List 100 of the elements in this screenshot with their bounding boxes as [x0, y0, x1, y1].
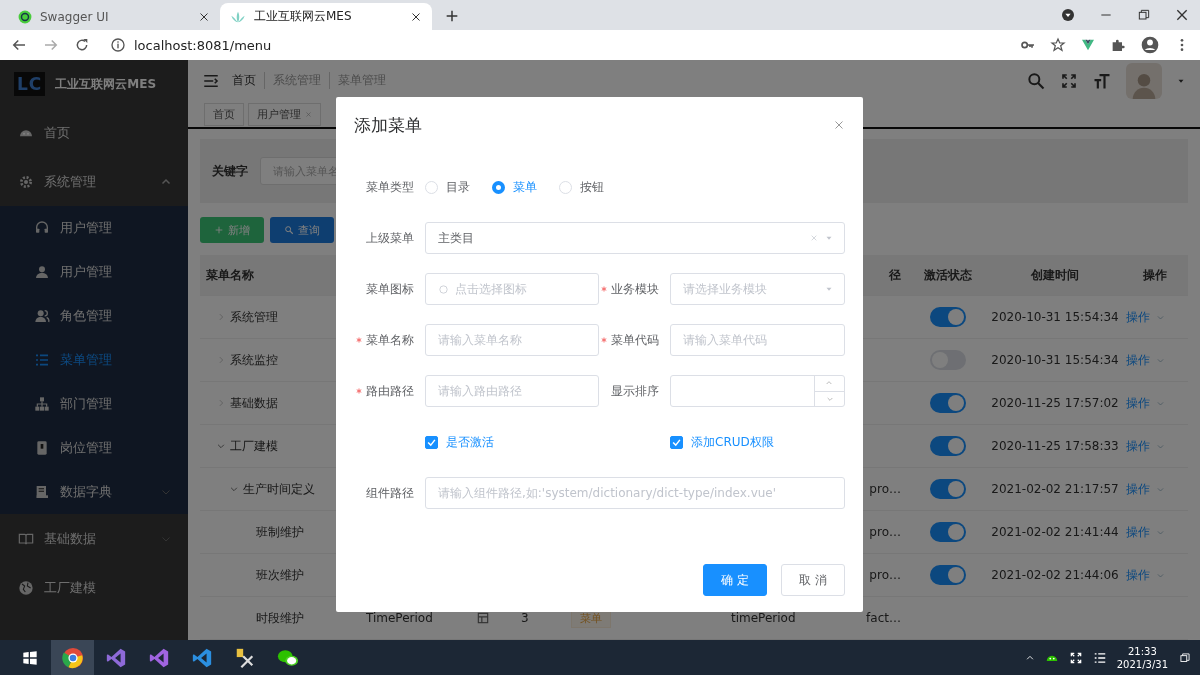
sidebar-item[interactable]: 工厂建模: [0, 563, 188, 612]
browser-tab[interactable]: Swagger UI: [8, 3, 220, 30]
table-cell: TimePeriod: [366, 611, 433, 625]
table-cell: pro…: [869, 568, 901, 582]
field-label: 菜单名称: [366, 332, 414, 347]
sidebar-label: 数据字典: [60, 483, 112, 501]
field-label: 显示排序: [611, 383, 659, 398]
sidebar-item[interactable]: 岗位管理: [0, 426, 188, 470]
column-header: 创建时间: [1031, 266, 1079, 284]
cancel-button[interactable]: 取 消: [781, 564, 845, 596]
sidebar-item[interactable]: 角色管理: [0, 294, 188, 338]
action-link[interactable]: 操作: [1126, 308, 1150, 326]
chevron-down-icon[interactable]: [216, 441, 226, 451]
sidebar-item[interactable]: 系统管理: [0, 157, 188, 206]
field-label: 路由路径: [366, 383, 414, 398]
sidebar-item[interactable]: 数据字典: [0, 470, 188, 514]
sidebar-item[interactable]: 用户管理: [0, 206, 188, 250]
star-icon[interactable]: [1050, 37, 1066, 53]
sidebar-item[interactable]: 用户管理: [0, 250, 188, 294]
confirm-button[interactable]: 确 定: [703, 564, 767, 596]
browser-tab[interactable]: 工业互联网云MES: [220, 3, 432, 30]
radio-option[interactable]: 菜单: [492, 178, 537, 196]
action-link[interactable]: 操作: [1126, 437, 1150, 455]
sidebar-label: 工厂建模: [44, 578, 96, 597]
avatar[interactable]: [1126, 62, 1162, 99]
toggle-switch[interactable]: [929, 565, 966, 585]
radio-option[interactable]: 目录: [425, 178, 470, 196]
sidebar-item[interactable]: 首页: [0, 108, 188, 157]
page-tag[interactable]: 用户管理: [248, 102, 321, 126]
menu-name: 系统监控: [230, 351, 278, 369]
gear-icon: [18, 173, 34, 190]
radio-button[interactable]: [492, 180, 505, 194]
field-label: 上级菜单: [366, 230, 414, 245]
close-icon[interactable]: [1174, 7, 1190, 23]
field-label: 菜单代码: [611, 332, 659, 347]
toggle-switch[interactable]: [929, 307, 966, 327]
page-tag[interactable]: 首页: [204, 102, 244, 126]
toggle-switch[interactable]: [929, 479, 966, 499]
circle-icon: [438, 283, 449, 295]
add-button[interactable]: 新增: [200, 217, 264, 243]
filter-label: 关键字: [212, 162, 248, 180]
action-link[interactable]: 操作: [1126, 394, 1150, 412]
checkbox-option[interactable]: 添加CRUD权限: [670, 433, 845, 451]
input-field[interactable]: 请输入组件路径,如:'system/dictionary/dict-type/index.vue': [425, 477, 845, 509]
sidebar-label: 用户管理: [60, 263, 112, 281]
list-icon: [34, 352, 50, 368]
app-title: 工业互联网云MES: [55, 75, 157, 93]
checkbox[interactable]: [670, 435, 683, 449]
sidebar-label: 角色管理: [60, 307, 112, 325]
table-cell: timePeriod: [731, 611, 796, 625]
profile-icon[interactable]: [1060, 7, 1076, 23]
close-icon[interactable]: [410, 10, 422, 23]
reload-icon[interactable]: [74, 37, 90, 53]
headset-icon: [34, 220, 50, 236]
action-link[interactable]: 操作: [1126, 523, 1150, 541]
checkbox-option[interactable]: 是否激活: [425, 433, 599, 451]
fullscreen-icon[interactable]: [1060, 71, 1078, 90]
puzzle-icon[interactable]: [1110, 37, 1126, 53]
url-text[interactable]: localhost:8081/menu: [134, 37, 272, 53]
restore-icon[interactable]: [1136, 7, 1152, 23]
input-field[interactable]: 请输入菜单代码: [670, 324, 845, 356]
sidebar-item[interactable]: 部门管理: [0, 382, 188, 426]
search-button[interactable]: 查询: [270, 217, 334, 243]
new-tab-icon[interactable]: [444, 8, 460, 24]
breadcrumb-item[interactable]: 首页: [232, 72, 256, 90]
toggle-switch[interactable]: [929, 393, 966, 413]
clock-date[interactable]: 2021/3/31: [1116, 657, 1168, 671]
menu-name: 班制维护: [256, 523, 304, 541]
clock-time[interactable]: 21:33: [1127, 644, 1157, 658]
select-field[interactable]: 请选择业务模块: [670, 273, 845, 305]
table-cell: 2020-10-31 15:54:34: [991, 353, 1119, 367]
action-link[interactable]: 操作: [1126, 480, 1150, 498]
toggle-switch[interactable]: [929, 522, 966, 542]
close-icon[interactable]: [198, 10, 210, 23]
globe-icon: [18, 579, 34, 596]
table-cell: 2021-02-02 21:17:57: [991, 482, 1119, 496]
input-field[interactable]: 请输入路由路径: [425, 375, 599, 407]
action-link[interactable]: 操作: [1126, 351, 1150, 369]
sidebar-label: 岗位管理: [60, 439, 112, 457]
dialog-title: 添加菜单: [354, 113, 422, 137]
badge-icon: [34, 440, 50, 456]
menu-name: 系统管理: [230, 308, 278, 326]
search-icon[interactable]: [1026, 70, 1046, 91]
radio-option[interactable]: 按钮: [559, 178, 604, 196]
sidebar-item[interactable]: 基础数据: [0, 514, 188, 563]
info-icon[interactable]: [110, 37, 126, 53]
checkbox[interactable]: [425, 435, 438, 449]
icon-picker-field[interactable]: 点击选择图标: [425, 273, 599, 305]
browser-icon[interactable]: [51, 640, 94, 675]
account-icon[interactable]: [1140, 35, 1160, 55]
chevron-down-icon[interactable]: [229, 484, 239, 494]
action-link[interactable]: 操作: [1126, 566, 1150, 584]
input-field[interactable]: 请输入菜单名称: [425, 324, 599, 356]
select-field[interactable]: 主类目: [425, 222, 845, 254]
table-cell: 2020-11-25 17:57:02: [991, 396, 1119, 410]
column-header: 菜单名称: [206, 266, 254, 284]
toggle-switch[interactable]: [929, 436, 966, 456]
sidebar-label: 首页: [44, 123, 70, 142]
sidebar-item[interactable]: 菜单管理: [0, 338, 188, 382]
menu-name: 工厂建模: [230, 437, 278, 455]
